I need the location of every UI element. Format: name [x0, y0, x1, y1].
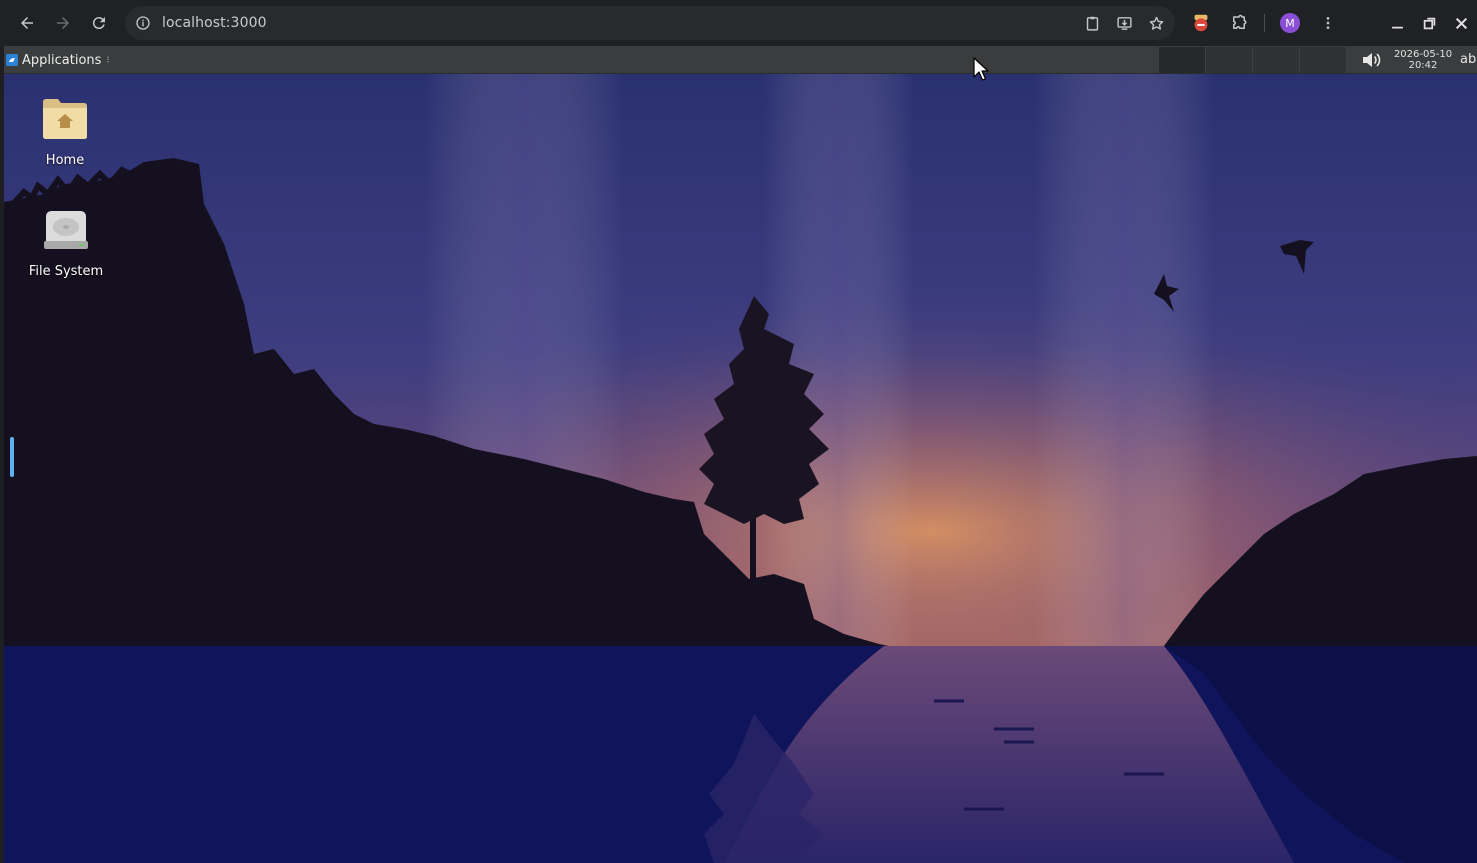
reload-button[interactable]	[81, 5, 117, 41]
home-folder-icon	[43, 99, 87, 139]
clock-date: 2026-05-10	[1393, 49, 1453, 60]
puzzle-icon	[1233, 14, 1247, 29]
arrow-right-icon	[57, 17, 69, 29]
workspace-3[interactable]	[1253, 47, 1300, 73]
clock-time: 20:42	[1408, 60, 1438, 71]
drive-icon	[44, 211, 88, 249]
applications-label: Applications	[22, 52, 102, 68]
wallpaper	[4, 74, 1477, 863]
extension-app-button[interactable]	[1188, 10, 1214, 36]
bookmark-button[interactable]	[1145, 12, 1167, 34]
panel-clock[interactable]: 2026-05-10 20:42	[1392, 49, 1454, 71]
speaker-icon	[1363, 53, 1381, 67]
info-icon	[136, 16, 150, 30]
browser-menu-button[interactable]	[1315, 10, 1341, 36]
browser-toolbar: localhost:3000 M	[0, 0, 1477, 46]
edge-scroll-indicator	[10, 437, 14, 477]
desktop-panel: Applications ⁝ 2026-05-10 20:42 ab	[0, 46, 1477, 74]
desktop-icon-file-system[interactable]: File System	[11, 207, 121, 279]
reload-icon	[92, 17, 105, 30]
minimize-button[interactable]	[1381, 6, 1413, 40]
mouse-cursor-icon	[973, 57, 989, 81]
arrow-left-icon	[21, 17, 33, 29]
panel-grip-icon: ⁝	[106, 54, 110, 66]
workspace-2[interactable]	[1206, 47, 1253, 73]
desktop-icon-home[interactable]: Home	[10, 96, 120, 168]
clipboard-icon	[1086, 16, 1098, 31]
back-button[interactable]	[9, 5, 45, 41]
xfce-logo-icon	[6, 54, 18, 66]
clipboard-button[interactable]	[1081, 12, 1103, 34]
avatar: M	[1280, 13, 1300, 33]
extensions-button[interactable]	[1226, 10, 1252, 36]
desktop-icon-label: File System	[28, 264, 104, 279]
desktop-icon-label: Home	[45, 153, 85, 168]
toolbar-separator	[1264, 14, 1265, 32]
workspace-switcher[interactable]	[1159, 47, 1347, 73]
close-icon	[1455, 17, 1467, 29]
install-app-button[interactable]	[1113, 12, 1135, 34]
applications-menu-button[interactable]: Applications ⁝	[6, 46, 110, 74]
site-info-button[interactable]	[126, 6, 160, 40]
profile-button[interactable]: M	[1277, 10, 1303, 36]
minimize-icon	[1391, 26, 1403, 28]
workspace-1[interactable]	[1159, 47, 1206, 73]
restore-button[interactable]	[1413, 6, 1445, 40]
panel-truncated-item[interactable]: ab	[1460, 52, 1476, 67]
extension-app-icon	[1194, 14, 1208, 32]
star-icon	[1149, 16, 1163, 30]
url-text[interactable]: localhost:3000	[162, 15, 267, 31]
desktop-area[interactable]: Home File System	[4, 74, 1477, 863]
forward-button[interactable]	[45, 5, 81, 41]
volume-button[interactable]	[1360, 50, 1382, 70]
workspace-4[interactable]	[1300, 47, 1347, 73]
kebab-menu-icon	[1326, 17, 1330, 29]
close-window-button[interactable]	[1445, 6, 1477, 40]
install-app-icon	[1116, 16, 1132, 30]
address-bar[interactable]: localhost:3000	[125, 6, 1175, 40]
restore-icon	[1423, 17, 1435, 29]
